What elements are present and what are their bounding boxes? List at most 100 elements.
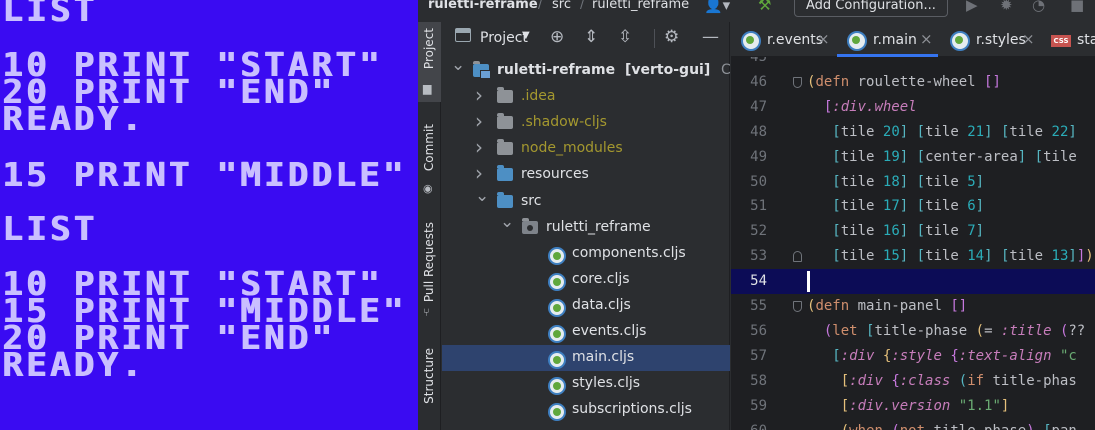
fold-marker-icon[interactable] (793, 251, 802, 262)
hide-icon[interactable]: — (702, 27, 719, 47)
tree-row[interactable]: core.cljs (442, 267, 730, 293)
tree-row[interactable]: main.cljs (442, 345, 730, 371)
code-token: :div.version (849, 398, 951, 414)
code-token: ] (899, 223, 909, 239)
code-line[interactable]: 50 [tile 18] [tile 5] (731, 170, 1095, 195)
profile-icon[interactable]: ◔ (1032, 0, 1045, 14)
close-icon[interactable]: × (920, 30, 933, 48)
chevron-right-icon[interactable]: › (475, 161, 487, 185)
cljs-file-icon (548, 351, 566, 369)
build-hammer-icon[interactable]: ⚒ (758, 0, 771, 14)
code-line[interactable]: 56 (let [title-phase (= :title (?? (731, 319, 1095, 344)
tree-row[interactable]: events.cljs (442, 319, 730, 345)
code-line[interactable]: 54 (731, 269, 1095, 294)
strip-tab-pull-requests[interactable]: Pull Requests ⑂ (418, 218, 441, 328)
chevron-right-icon[interactable]: › (475, 135, 487, 159)
tree-row[interactable]: styles.cljs (442, 371, 730, 397)
code-token: pan (1052, 423, 1077, 430)
tree-row[interactable]: components.cljs (442, 241, 730, 267)
code-token: ] (899, 174, 909, 190)
code-line[interactable]: 59 [:div.version "1.1"] (731, 394, 1095, 419)
breadcrumb-src[interactable]: src (552, 0, 571, 12)
gear-icon[interactable]: ⚙ (664, 27, 679, 47)
code-line[interactable]: 60 (when (not title-phase) [pan (731, 419, 1095, 430)
code-token: [ (832, 174, 841, 190)
code-line[interactable]: 49 [tile 19] [center-area] [tile (731, 145, 1095, 170)
add-configuration-button[interactable]: Add Configuration... (794, 0, 948, 17)
code-token: 5 (967, 174, 976, 190)
code-token: ) (1026, 423, 1034, 430)
code-token: :class (899, 373, 951, 389)
tree-row[interactable]: data.cljs (442, 293, 730, 319)
tree-row[interactable]: › node_modules (442, 135, 730, 162)
code-line[interactable]: 45 (731, 57, 1095, 70)
chevron-down-icon[interactable]: ⌄ (475, 186, 489, 206)
editor-tab[interactable]: CSS stat (1041, 22, 1095, 57)
tree-item-label: ruletti_reframe (546, 219, 651, 235)
code-token: ) (1085, 248, 1094, 264)
tree-row[interactable]: › resources (442, 161, 730, 188)
tool-window-strip: Project ▆ Commit ◉ Pull Requests ⑂ Struc… (418, 22, 441, 430)
locate-icon[interactable]: ⊕ (550, 27, 564, 47)
tree-row[interactable]: subscriptions.cljs (442, 397, 730, 423)
code-line[interactable]: 51 [tile 17] [tile 6] (731, 194, 1095, 219)
stop-icon[interactable]: ■ (1070, 0, 1084, 14)
code-line[interactable]: 52 [tile 16] [tile 7] (731, 219, 1095, 244)
chevron-down-icon[interactable]: ⌄ (451, 55, 465, 75)
pull-request-icon: ⑂ (423, 306, 430, 319)
run-icon[interactable]: ▶ (966, 0, 978, 14)
project-name[interactable]: ruletti-reframe (428, 0, 538, 12)
tree-item-label: main.cljs (572, 349, 635, 365)
code-token: if (967, 373, 985, 389)
line-number: 47 (750, 99, 767, 115)
close-icon[interactable]: × (817, 30, 830, 48)
code-token: 14 (967, 248, 985, 264)
close-icon[interactable]: × (1022, 30, 1035, 48)
tree-row[interactable]: › .shadow-cljs (442, 109, 730, 136)
strip-tab-structure[interactable]: Structure (418, 344, 441, 430)
code-line[interactable]: 57 [:div {:style {:text-align "c (731, 344, 1095, 369)
tree-item-label: components.cljs (572, 245, 686, 261)
fold-marker-icon[interactable] (793, 301, 802, 312)
breadcrumb-separator: / (538, 0, 543, 12)
chevron-right-icon[interactable]: › (475, 83, 487, 107)
strip-tab-project[interactable]: Project ▆ (418, 22, 441, 102)
strip-tab-commit[interactable]: Commit ◉ (418, 118, 441, 202)
line-number: 50 (750, 174, 767, 190)
user-icon[interactable]: 👤▾ (704, 0, 730, 14)
editor-tab[interactable]: r.styles × (940, 22, 1040, 57)
fold-marker-icon[interactable] (793, 77, 802, 88)
code-text: (defn main-panel [] (807, 294, 967, 319)
tree-row[interactable]: ⌄ ruletti_reframe (442, 212, 730, 241)
code-token: [ (840, 373, 850, 389)
code-line[interactable]: 47 [:div.wheel (731, 95, 1095, 120)
breadcrumb-package[interactable]: ruletti_reframe (592, 0, 689, 12)
editor-tab[interactable]: r.events × (731, 22, 835, 57)
tree-row[interactable]: ⌄ruletti-reframe[verto-gui]C:\githu (442, 55, 776, 84)
code-text: [:div {:class (if title-phas (807, 369, 1077, 394)
code-line[interactable]: 55 (defn main-panel [] (731, 294, 1095, 319)
expand-all-icon[interactable]: ⇕ (584, 27, 598, 47)
chevron-down-icon[interactable]: ▼ (522, 30, 530, 41)
tab-label: r.events (767, 32, 824, 48)
project-view-selector[interactable]: Project (480, 30, 528, 46)
chevron-right-icon[interactable]: › (475, 109, 487, 133)
chevron-down-icon[interactable]: ⌄ (500, 212, 514, 232)
code-token: defn (815, 298, 850, 314)
tree-row[interactable]: › .idea (442, 83, 730, 110)
code-line[interactable]: 58 [:div {:class (if title-phas (731, 369, 1095, 394)
code-line[interactable]: 48 [tile 20] [tile 21] [tile 22] (731, 120, 1095, 145)
collapse-all-icon[interactable]: ⇳ (618, 27, 632, 47)
tree-row[interactable]: ⌄ src (442, 186, 730, 215)
editor-tab[interactable]: r.main × (837, 22, 938, 57)
code-line[interactable]: 53 [tile 15] [tile 14] [tile 13]]) (731, 244, 1095, 269)
code-area[interactable]: 45 46 (defn roulette-wheel [] 47 [:div.whee… (731, 57, 1095, 430)
debug-icon[interactable]: ✹ (1000, 0, 1013, 14)
code-line[interactable]: 46 (defn roulette-wheel [] (731, 70, 1095, 95)
